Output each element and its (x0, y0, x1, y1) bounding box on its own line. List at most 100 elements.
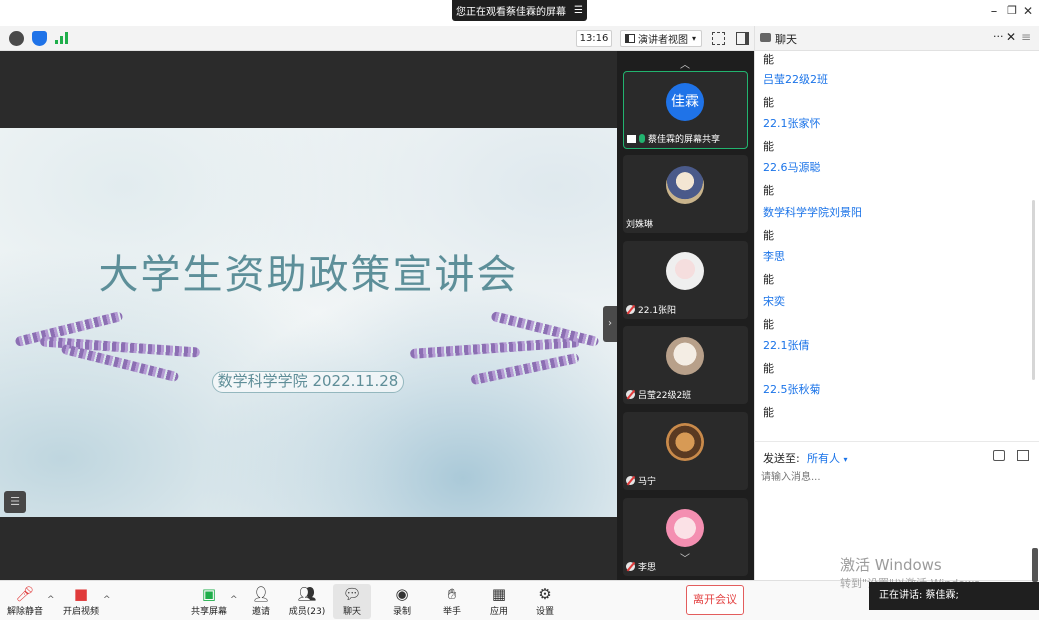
unmute-label: 解除静音 (6, 607, 43, 617)
activate-windows-title: 激活 Windows (840, 556, 942, 574)
share-screen-label: 共享屏幕 (190, 607, 227, 617)
chat-message-text: 能 (763, 184, 774, 197)
avatar: 佳霖 (666, 83, 704, 121)
apps-button[interactable]: ▦ 应用 (484, 584, 514, 619)
participant-name: 马宁 (626, 474, 656, 487)
members-label: 成员(23) (288, 607, 326, 617)
chat-message-input[interactable] (761, 468, 1031, 486)
chat-label: 聊天 (342, 607, 361, 617)
chat-sender[interactable]: 李思 (763, 248, 785, 264)
banner-menu-icon[interactable]: ☰ (574, 5, 583, 16)
chevron-down-icon: ▾ (691, 34, 696, 43)
chat-message-text: 能 (763, 96, 774, 109)
security-shield-icon[interactable] (32, 31, 47, 46)
close-window-icon[interactable]: ✕ (1019, 4, 1037, 18)
settings-label: 设置 (535, 607, 554, 617)
start-video-button[interactable]: ■ 开启视频 (62, 584, 100, 619)
minimize-icon[interactable]: – (985, 4, 1003, 19)
file-icon[interactable] (993, 450, 1005, 461)
chat-sender[interactable]: 22.6马源聪 (763, 159, 821, 175)
participant-name-text: 李思 (638, 563, 657, 573)
chat-scrollbar[interactable] (1032, 200, 1035, 380)
slide-subtitle: 数学科学学院 2022.11.28 (212, 371, 404, 393)
scroll-down-icon[interactable]: ﹀ (671, 553, 699, 567)
current-speaker-banner: 正在讲话: 蔡佳霖; (869, 582, 1039, 610)
chat-sender[interactable]: 吕莹22级2班 (763, 71, 828, 87)
invite-button[interactable]: 👤︎ 邀请 (246, 584, 276, 619)
chat-menu-icon[interactable]: ≡ (1021, 30, 1031, 44)
list-toggle-icon[interactable]: ☰ (4, 491, 26, 513)
raise-hand-button[interactable]: ✋︎ 举手 (437, 584, 467, 619)
sidebar-toggle-icon[interactable] (736, 32, 749, 45)
info-icon[interactable] (9, 31, 24, 46)
chat-sender[interactable]: 22.5张秋菊 (763, 381, 821, 397)
recipient-value: 所有人 (807, 452, 840, 465)
more-options-icon[interactable]: ··· (993, 30, 1004, 43)
participant-tile[interactable]: 吕莹22级2班 (623, 326, 748, 404)
chat-sender[interactable]: 数学科学学院刘景阳 (763, 204, 862, 220)
apps-grid-icon: ▦ (491, 585, 507, 603)
chevron-up-icon[interactable]: ^ (103, 595, 111, 605)
chat-sender[interactable]: 22.1张家怀 (763, 115, 821, 131)
record-button[interactable]: ◉ 录制 (387, 584, 417, 619)
chat-message-text: 能 (763, 362, 774, 375)
side-scroll-handle[interactable] (1032, 548, 1038, 582)
chat-sender[interactable]: 宋奕 (763, 293, 785, 309)
avatar (666, 337, 704, 375)
collapse-panel-icon[interactable]: › (603, 306, 617, 342)
mic-muted-icon (626, 390, 635, 399)
avatar (666, 509, 704, 547)
mic-muted-icon (626, 476, 635, 485)
chat-icon: 💬︎ (342, 585, 362, 603)
chat-message-text: 能 (763, 406, 774, 419)
screenshot-icon[interactable] (1017, 450, 1029, 461)
video-off-icon: ■ (73, 585, 89, 603)
lavender-decoration-right-1 (409, 337, 581, 359)
chat-button[interactable]: 💬︎ 聊天 (333, 584, 371, 619)
apps-label: 应用 (489, 607, 508, 617)
fullscreen-icon[interactable] (712, 32, 725, 45)
unmute-button[interactable]: 🎤︎ 解除静音 (6, 584, 44, 619)
hand-icon: ✋︎ (447, 585, 457, 603)
chat-title: 聊天 (775, 33, 797, 46)
participant-name: 蔡佳霖的屏幕共享 (627, 132, 720, 145)
participant-tile-screen-share[interactable]: 佳霖 蔡佳霖的屏幕共享 (623, 71, 748, 149)
participant-tile[interactable]: 22.1张阳 (623, 241, 748, 319)
participant-name: 22.1张阳 (626, 303, 676, 316)
members-button[interactable]: 👥︎ 成员(23) (288, 584, 326, 619)
signal-icon[interactable] (55, 32, 69, 44)
window-title-bar: 您正在观看蔡佳霖的屏幕 ☰ – ❐ ✕ (0, 0, 1039, 26)
close-chat-icon[interactable]: ✕ (1006, 30, 1016, 44)
mic-muted-icon (626, 562, 635, 571)
participant-name: 刘姝琳 (626, 217, 653, 230)
share-screen-button[interactable]: ▣ 共享屏幕 (190, 584, 228, 619)
chat-header: 聊天 ··· ✕ ≡ (754, 26, 1039, 51)
raise-hand-label: 举手 (442, 607, 461, 617)
chevron-up-icon[interactable]: ^ (47, 595, 55, 605)
chat-message-text: 能 (763, 229, 774, 242)
record-label: 录制 (392, 607, 411, 617)
chat-message-list: 能 吕莹22级2班 能 22.1张家怀 能 22.6马源聪 能 数学科学学院刘景… (754, 51, 1039, 441)
meeting-duration: 13:16 (576, 30, 612, 47)
avatar (666, 423, 704, 461)
layout-icon (625, 34, 635, 43)
start-video-label: 开启视频 (62, 607, 99, 617)
chevron-up-icon[interactable]: ^ (230, 595, 238, 605)
settings-button[interactable]: ⚙ 设置 (530, 584, 560, 619)
participant-name: 吕莹22级2班 (626, 388, 691, 401)
mic-on-icon (639, 134, 645, 143)
participant-tile[interactable]: 刘姝琳 (623, 155, 748, 233)
screen-share-icon (627, 134, 636, 143)
send-to-label: 发送至: (763, 452, 800, 465)
view-mode-dropdown[interactable]: 演讲者视图 ▾ (620, 30, 702, 47)
leave-meeting-button[interactable]: 离开会议 (686, 585, 744, 615)
add-user-icon: 👤︎ (251, 585, 271, 603)
slide-title: 大学生资助政策宣讲会 (98, 252, 519, 298)
mic-muted-icon (626, 305, 635, 314)
recipient-dropdown[interactable]: 所有人 ▾ (807, 450, 848, 466)
participant-tile[interactable]: 马宁 (623, 412, 748, 490)
view-mode-label: 演讲者视图 (638, 35, 688, 46)
shared-screen-stage: 大学生资助政策宣讲会 数学科学学院 2022.11.28 ☰ › (0, 51, 617, 580)
share-banner[interactable]: 您正在观看蔡佳霖的屏幕 ☰ (452, 0, 587, 21)
chat-sender[interactable]: 22.1张倩 (763, 337, 810, 353)
